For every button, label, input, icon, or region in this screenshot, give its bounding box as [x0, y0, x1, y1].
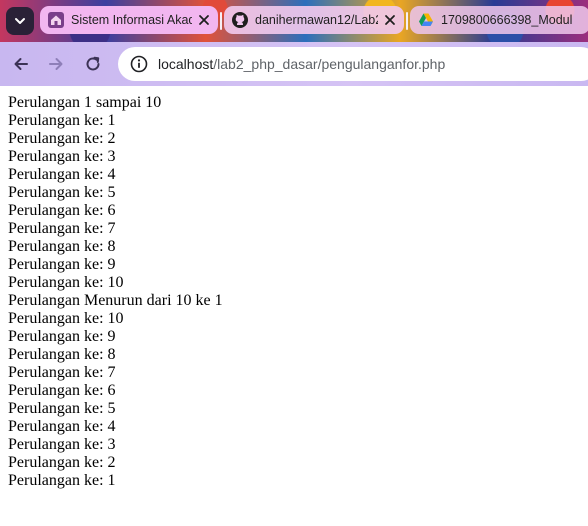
url-path: /lab2_php_dasar/pengulanganfor.php: [213, 56, 446, 72]
loop-line: Perulangan ke: 1: [8, 472, 116, 489]
tab-title: danihermawan12/Lab2_php_dasar: [255, 13, 378, 27]
forward-button[interactable]: [44, 52, 68, 76]
arrow-right-icon: [49, 58, 63, 70]
loop-line: Perulangan ke: 6: [8, 202, 116, 219]
site-info-button[interactable]: [128, 53, 150, 75]
url-text: localhost/lab2_php_dasar/pengulanganfor.…: [158, 56, 445, 72]
loop-line: Perulangan ke: 7: [8, 220, 116, 237]
tab-divider: [406, 12, 408, 30]
back-button[interactable]: [9, 52, 33, 76]
loop-line: Perulangan ke: 4: [8, 166, 116, 183]
tab-sistem-informasi[interactable]: Sistem Informasi Akademik: [40, 6, 218, 34]
address-bar[interactable]: localhost/lab2_php_dasar/pengulanganfor.…: [118, 47, 588, 81]
loop-line: Perulangan ke: 2: [8, 130, 116, 147]
url-host: localhost: [158, 56, 214, 72]
loop-line: Perulangan ke: 7: [8, 364, 116, 381]
github-icon: [232, 12, 248, 28]
tab-title: 1709800666398_Modul: [441, 13, 573, 27]
loop-line: Perulangan ke: 3: [8, 436, 116, 453]
tab-github[interactable]: danihermawan12/Lab2_php_dasar: [224, 6, 404, 34]
loop-line: Perulangan ke: 1: [8, 112, 116, 129]
loop-line: Perulangan ke: 4: [8, 418, 116, 435]
loop-line: Perulangan ke: 5: [8, 184, 116, 201]
loop-line: Perulangan ke: 5: [8, 400, 116, 417]
page-body: Perulangan 1 sampai 10 Perulangan ke: 1 …: [8, 94, 223, 490]
chevron-down-icon: [15, 18, 25, 24]
drive-icon: [418, 12, 434, 28]
close-icon[interactable]: [196, 12, 212, 28]
browser-toolbar: localhost/lab2_php_dasar/pengulanganfor.…: [0, 42, 588, 86]
tab-search-button[interactable]: [6, 7, 34, 35]
tab-divider: [220, 12, 222, 30]
tab-title: Sistem Informasi Akademik: [71, 13, 192, 27]
heading-descending: Perulangan Menurun dari 10 ke 1: [8, 292, 223, 309]
reload-button[interactable]: [81, 52, 105, 76]
tab-strip: Sistem Informasi Akademik danihermawan12…: [0, 0, 588, 42]
reload-icon: [86, 56, 100, 71]
loop-line: Perulangan ke: 10: [8, 310, 124, 327]
heading-ascending: Perulangan 1 sampai 10: [8, 94, 162, 111]
info-icon: [130, 55, 148, 73]
loop-line: Perulangan ke: 6: [8, 382, 116, 399]
close-icon[interactable]: [382, 12, 398, 28]
loop-line: Perulangan ke: 3: [8, 148, 116, 165]
loop-line: Perulangan ke: 9: [8, 256, 116, 273]
loop-line: Perulangan ke: 8: [8, 346, 116, 363]
home-icon: [48, 12, 64, 28]
tab-modul[interactable]: 1709800666398_Modul: [410, 6, 588, 34]
arrow-left-icon: [14, 58, 28, 70]
loop-line: Perulangan ke: 10: [8, 274, 124, 291]
page-viewport: Perulangan 1 sampai 10 Perulangan ke: 1 …: [0, 86, 588, 526]
loop-line: Perulangan ke: 9: [8, 328, 116, 345]
loop-line: Perulangan ke: 8: [8, 238, 116, 255]
loop-line: Perulangan ke: 2: [8, 454, 116, 471]
